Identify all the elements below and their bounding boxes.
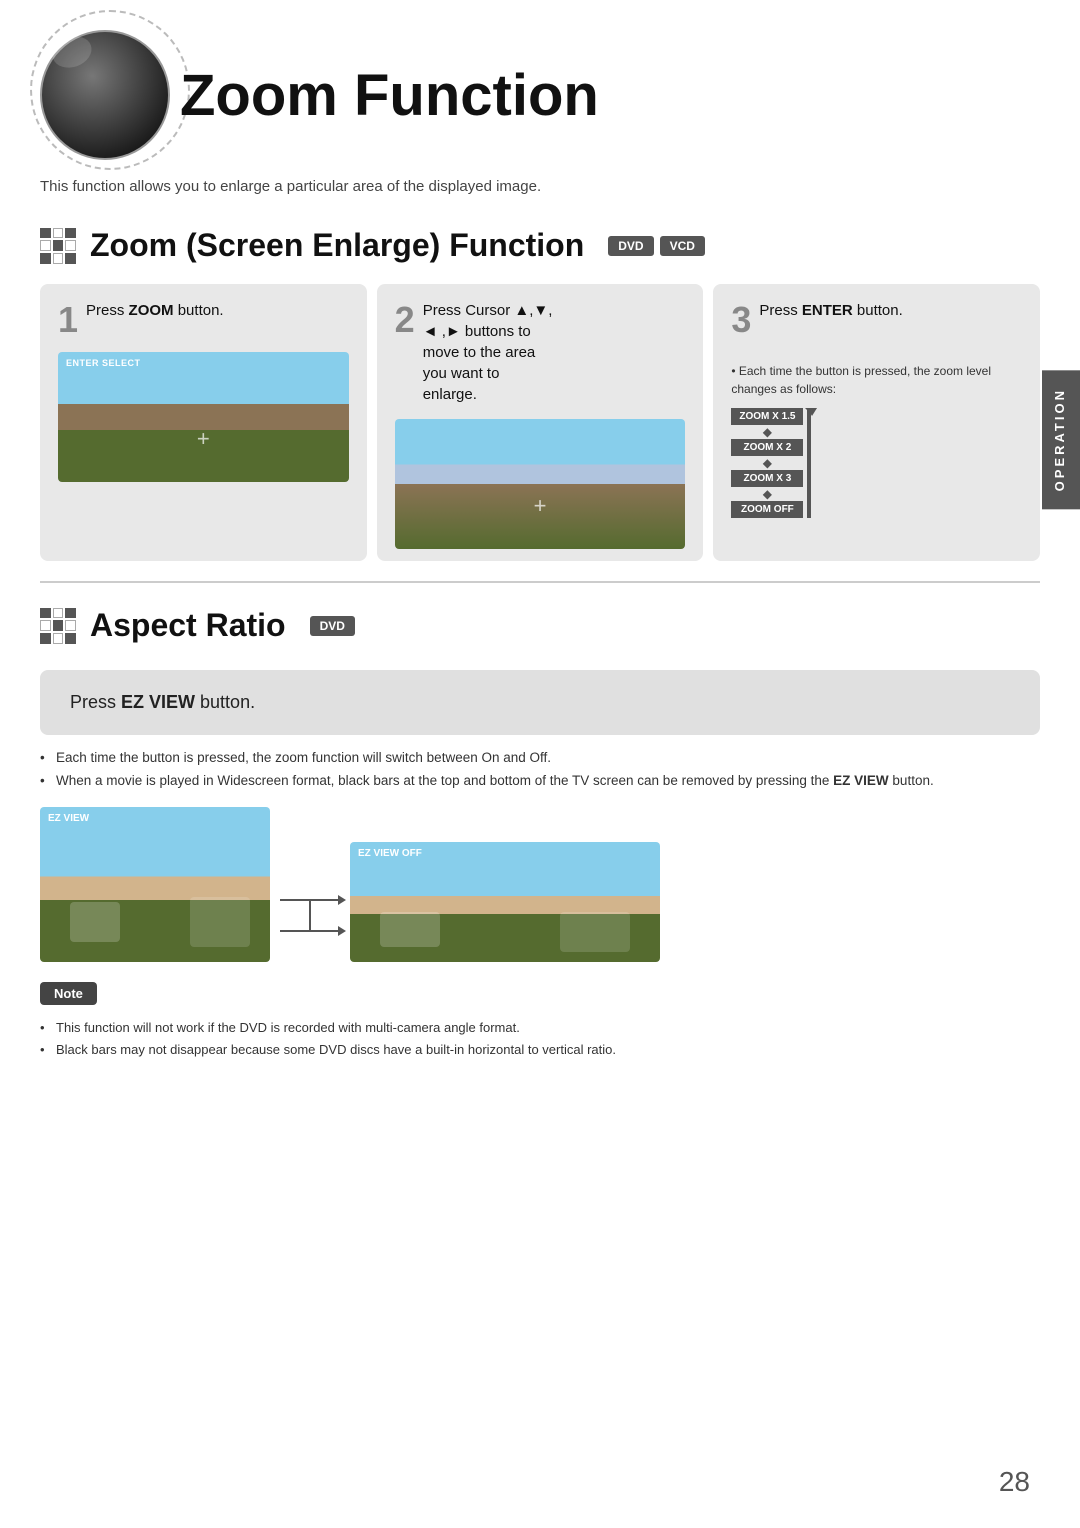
step-2-image: + [395,419,686,549]
section1-badges: DVD VCD [608,236,705,256]
aspect-section: Press EZ VIEW button. [40,670,1040,735]
ez-view-bold2: EZ VIEW [833,773,889,788]
connector [270,899,350,932]
header-subtitle: This function allows you to enlarge a pa… [0,170,1080,211]
step-2-box: 2 Press Cursor ▲,▼,◄ ,► buttons tomove t… [377,284,704,561]
bullet-1: Each time the button is pressed, the zoo… [40,747,1040,770]
note-box: Note [40,982,97,1005]
page-title: Zoom Function [150,62,599,129]
step-1-text: Press ZOOM button. [86,300,224,321]
zoom-level-2: ZOOM X 2 [731,439,803,456]
ez-image-2-label: EZ VIEW OFF [358,848,422,859]
ez-image-1: EZ VIEW [40,807,270,962]
step-3-text: Press ENTER button. [759,300,902,321]
ez-view-bold: EZ VIEW [121,692,195,712]
step-1-image: ENTER SELECT + [58,352,349,482]
step-1-box: 1 Press ZOOM button. ENTER SELECT + [40,284,367,561]
ez-images: EZ VIEW EZ VIEW OFF [40,807,1040,962]
badge-vcd: VCD [660,236,705,256]
badge-dvd: DVD [608,236,653,256]
step-3-box: 3 Press ENTER button. • Each time the bu… [713,284,1040,561]
ez-image-1-wrap: EZ VIEW [40,807,270,962]
checker-icon [40,228,76,264]
bottom-note-2: Black bars may not disappear because som… [40,1039,1040,1061]
step-2-text: Press Cursor ▲,▼,◄ ,► buttons tomove to … [423,300,553,405]
zoom-level-1: ZOOM X 1.5 [731,408,803,425]
section2-header: Aspect Ratio DVD [0,597,1080,654]
section2-badge: DVD [310,616,355,636]
step-1-image-label: ENTER SELECT [66,358,141,368]
steps-container: 1 Press ZOOM button. ENTER SELECT + 2 Pr… [40,284,1040,561]
section2-title: Aspect Ratio [90,607,286,644]
bullet-2: When a movie is played in Widescreen for… [40,770,1040,793]
zoom-chart: • Each time the button is pressed, the z… [731,352,1022,528]
page-header: Zoom Function [0,0,1080,170]
zoom-note: • Each time the button is pressed, the z… [731,362,1022,398]
section1-title: Zoom (Screen Enlarge) Function [90,227,584,264]
section1-header: Zoom (Screen Enlarge) Function DVD VCD [0,217,1080,274]
bullet-list: Each time the button is pressed, the zoo… [40,747,1040,793]
checker-icon-2 [40,608,76,644]
ez-image-2: EZ VIEW OFF [350,842,660,962]
ez-image-1-label: EZ VIEW [48,813,89,824]
page-number: 28 [999,1466,1030,1498]
step-2-number: 2 [395,302,415,338]
zoom-level-3: ZOOM X 3 [731,470,803,487]
section-divider [40,581,1040,583]
bottom-notes: This function will not work if the DVD i… [40,1017,1040,1061]
step-3-number: 3 [731,302,751,338]
operation-sidebar: OPERATION [1042,370,1080,509]
ez-view-box: Press EZ VIEW button. [40,670,1040,735]
zoom-level-off: ZOOM OFF [731,501,803,518]
badge-dvd-2: DVD [310,616,355,636]
step-1-number: 1 [58,302,78,338]
bottom-note-1: This function will not work if the DVD i… [40,1017,1040,1039]
ez-image-2-wrap: EZ VIEW OFF [350,842,660,962]
